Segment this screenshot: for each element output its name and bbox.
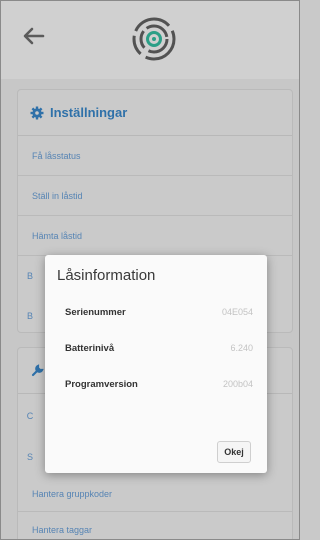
info-row-battery: Batterinivå 6.240 (65, 343, 259, 357)
info-value: 6.240 (230, 343, 253, 353)
info-label: Batterinivå (65, 343, 115, 354)
info-row-serial: Serienummer 04E054 (65, 307, 259, 321)
info-row-firmware: Programversion 200b04 (65, 379, 259, 393)
info-value: 200b04 (222, 379, 253, 389)
info-label: Serienummer (65, 307, 126, 318)
ok-button[interactable]: Okej (217, 441, 251, 463)
info-label: Programversion (65, 379, 138, 390)
dialog-title: Låsinformation (57, 267, 156, 284)
app-screen: Inställningar Få låsstatus Ställ in låst… (0, 0, 300, 540)
lock-info-dialog: Låsinformation Serienummer 04E054 Batter… (45, 255, 267, 473)
info-value: 04E054 (221, 307, 253, 317)
